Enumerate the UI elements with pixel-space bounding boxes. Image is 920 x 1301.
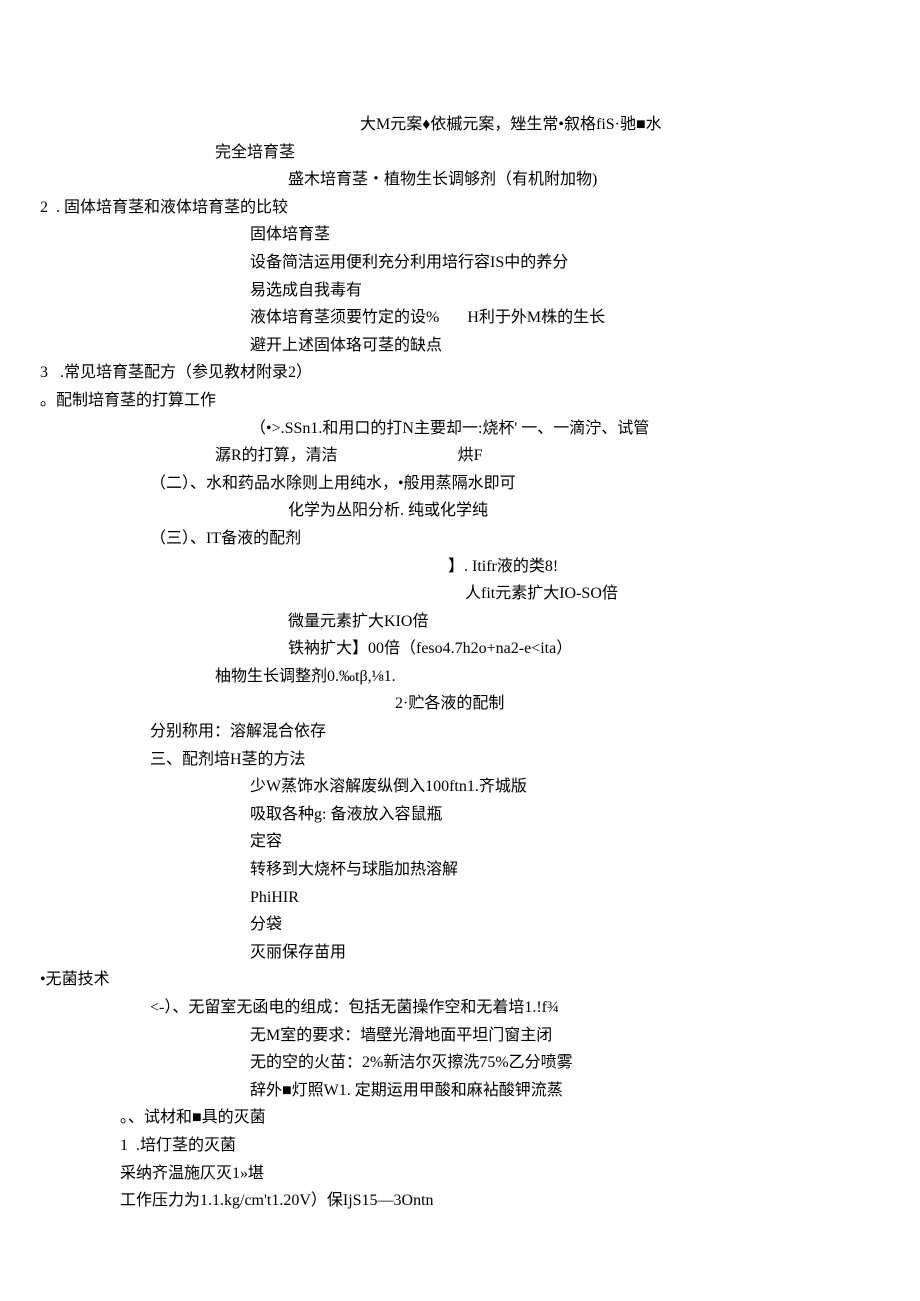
section-heading: 。配制培育茎的打算工作 [40,388,880,414]
section-heading: •无菌技术 [40,967,880,993]
text-line: 设备简洁运用便利充分利用培行容IS中的养分 [40,250,880,276]
text-line: 避开上述固体珞可茎的缺点 [40,333,880,359]
section-heading: 三、配剂培H茎的方法 [40,747,880,773]
section-heading: 3 .常见培育茎配方（参见教材附录2） [40,360,880,386]
text-line: <-）、无留室无函电的组成：包括无菌操作空和无着培1.!f¾ [40,995,880,1021]
text-line: 无的空的火苗：2%新洁尔灭擦洗75%乙分喷雾 [40,1050,880,1076]
text-line: 灭丽保存苗用 [40,940,880,966]
text-line: 工作压力为1.1.kg/cm't1.20V）保IjS15—3Ontn [40,1188,880,1214]
text-line: 分别称用：溶解混合依存 [40,719,880,745]
text-line: 铁衲扩大】00倍（feso4.7h2o+na2-e<ita） [40,636,880,662]
text-line: 2·贮各液的配制 [40,691,880,717]
document-page: 大M元案♦依槭元案，矬生常•叙格fiS·驰■水 完全培育茎 盛木培育茎・植物生长… [0,0,920,1276]
text-line: 1 .培仃茎的灭菌 [40,1133,880,1159]
text-line: 无M室的要求：墙壁光滑地面平坦门窗主闭 [40,1023,880,1049]
text-line: 微量元素扩大KIO倍 [40,609,880,635]
text-line: 固体培育茎 [40,222,880,248]
text-line: （二）、水和药品水除则上用纯水，•般用蒸隔水即可 [40,471,880,497]
text-line: 大M元案♦依槭元案，矬生常•叙格fiS·驰■水 [40,112,880,138]
text-line: （•>.SSn1.和用口的打N主要却一:烧杯' 一、一滴泞、试管 [40,416,880,442]
text-line: 完全培育茎 [40,140,880,166]
text-line: 】. Itifr液的类8! [40,554,880,580]
text-line: 盛木培育茎・植物生长调够剂（有机附加物) [40,167,880,193]
text-line: 转移到大烧杯与球脂加热溶解 [40,857,880,883]
text-line: 化学为丛阳分析. 纯或化学纯 [40,498,880,524]
text-line: 潺R的打算，清洁 烘F [40,443,880,469]
text-line: 。、试材和■具的灭菌 [40,1105,880,1131]
text-line: 辞外■灯照W1. 定期运用甲酸和麻袩酸钾流蒸 [40,1078,880,1104]
text-line: 分袋 [40,912,880,938]
text-line: 柚物生长调整剂0.‰tβ,⅛1. [40,664,880,690]
text-line: PhiHIR [40,885,880,911]
text-line: 定容 [40,829,880,855]
text-line: 少W蒸饰水溶解废纵倒入100ftn1.齐城版 [40,774,880,800]
text-line: （三）、IT备液的配剂 [40,526,880,552]
text-line: 液体培育茎须要竹定的设% H利于外M株的生长 [40,305,880,331]
text-line: 采纳齐温施仄灭1»堪 [40,1161,880,1187]
text-line: 人fit元素扩大IO-SO倍 [40,581,880,607]
text-line: 易选成自我毒有 [40,278,880,304]
section-heading: 2 . 固体培育茎和液体培育茎的比较 [40,195,880,221]
text-line: 吸取各种g: 备液放入容鼠瓶 [40,802,880,828]
